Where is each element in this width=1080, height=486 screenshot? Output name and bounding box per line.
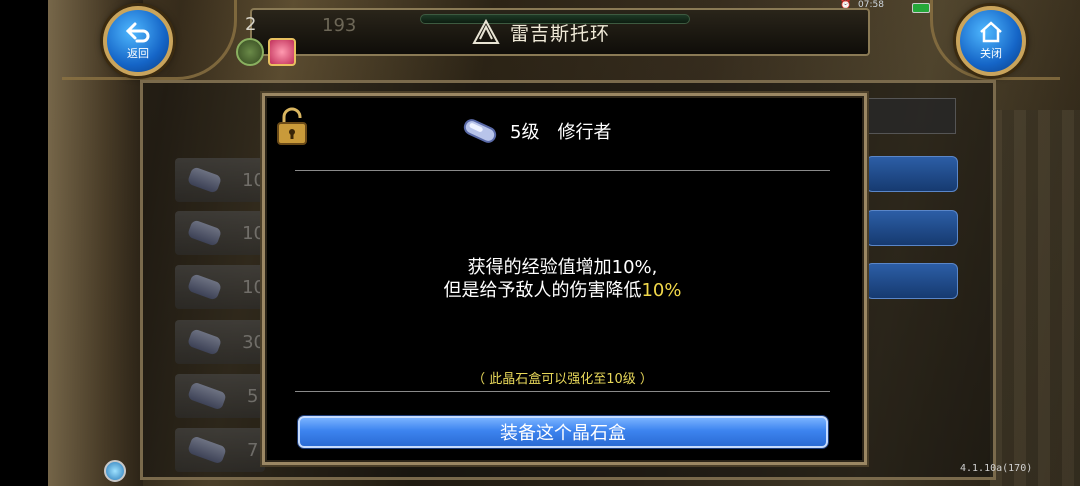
list-item[interactable]: 7 bbox=[175, 428, 265, 472]
side-tab[interactable] bbox=[866, 156, 958, 192]
close-button-label: 关闭 bbox=[980, 47, 1002, 60]
close-button[interactable]: 关闭 bbox=[956, 6, 1026, 76]
description-line-2-text: 但是给予敌人的伤害降低 bbox=[443, 280, 642, 301]
crystal-icon bbox=[186, 328, 223, 356]
crystal-level: 5级 bbox=[510, 122, 540, 143]
back-button[interactable]: 返回 bbox=[103, 6, 173, 76]
page-title: 雷吉斯托环 bbox=[510, 22, 611, 45]
crystal-icon bbox=[187, 435, 227, 465]
wing-emblem-icon bbox=[472, 18, 500, 44]
equip-button[interactable]: 装备这个晶石盒 bbox=[298, 416, 828, 448]
list-item[interactable]: 30 bbox=[175, 320, 265, 364]
crystal-title: 5级 修行者 bbox=[460, 116, 611, 146]
back-button-label: 返回 bbox=[127, 47, 149, 60]
crystal-name: 修行者 bbox=[557, 122, 612, 143]
description-line-2: 但是给予敌人的伤害降低10% bbox=[300, 279, 825, 302]
list-item-value: 5 bbox=[247, 385, 259, 407]
side-tab[interactable] bbox=[866, 263, 958, 299]
damage-reduction-value: 10% bbox=[641, 280, 682, 301]
crystal-icon bbox=[186, 219, 223, 247]
top-counter: 193 bbox=[322, 15, 357, 36]
description-line-1: 获得的经验值增加10%, bbox=[467, 257, 658, 278]
gift-icon[interactable] bbox=[268, 38, 296, 66]
list-item-value: 7 bbox=[247, 439, 259, 461]
title-group: 雷吉斯托环 bbox=[470, 14, 610, 50]
crystal-icon bbox=[463, 119, 497, 143]
crystal-icon bbox=[186, 273, 223, 301]
crystal-icon bbox=[187, 381, 227, 411]
bag-icon[interactable] bbox=[236, 38, 264, 66]
player-level: 2 bbox=[245, 14, 257, 35]
background-wall-right bbox=[990, 110, 1080, 486]
crystal-icon bbox=[186, 166, 223, 194]
version-label: 4.1.10a(170) bbox=[960, 463, 1033, 474]
divider-top bbox=[295, 170, 830, 171]
chat-icon[interactable] bbox=[104, 460, 126, 482]
battery-icon bbox=[912, 3, 930, 13]
list-item[interactable]: 10 bbox=[175, 211, 265, 255]
list-item[interactable]: 5 bbox=[175, 374, 265, 418]
list-item[interactable]: 10 bbox=[175, 158, 265, 202]
unlock-icon[interactable] bbox=[275, 106, 309, 146]
upgrade-note: （ 此晶石盒可以强化至10级 ） bbox=[472, 372, 653, 387]
list-item[interactable]: 10 bbox=[175, 265, 265, 309]
side-header bbox=[866, 98, 956, 134]
home-icon bbox=[980, 21, 1002, 43]
side-tab[interactable] bbox=[866, 210, 958, 246]
back-arrow-icon bbox=[125, 22, 150, 43]
crystal-description: 获得的经验值增加10%, 但是给予敌人的伤害降低10% bbox=[300, 256, 825, 302]
divider-bottom bbox=[295, 391, 830, 392]
